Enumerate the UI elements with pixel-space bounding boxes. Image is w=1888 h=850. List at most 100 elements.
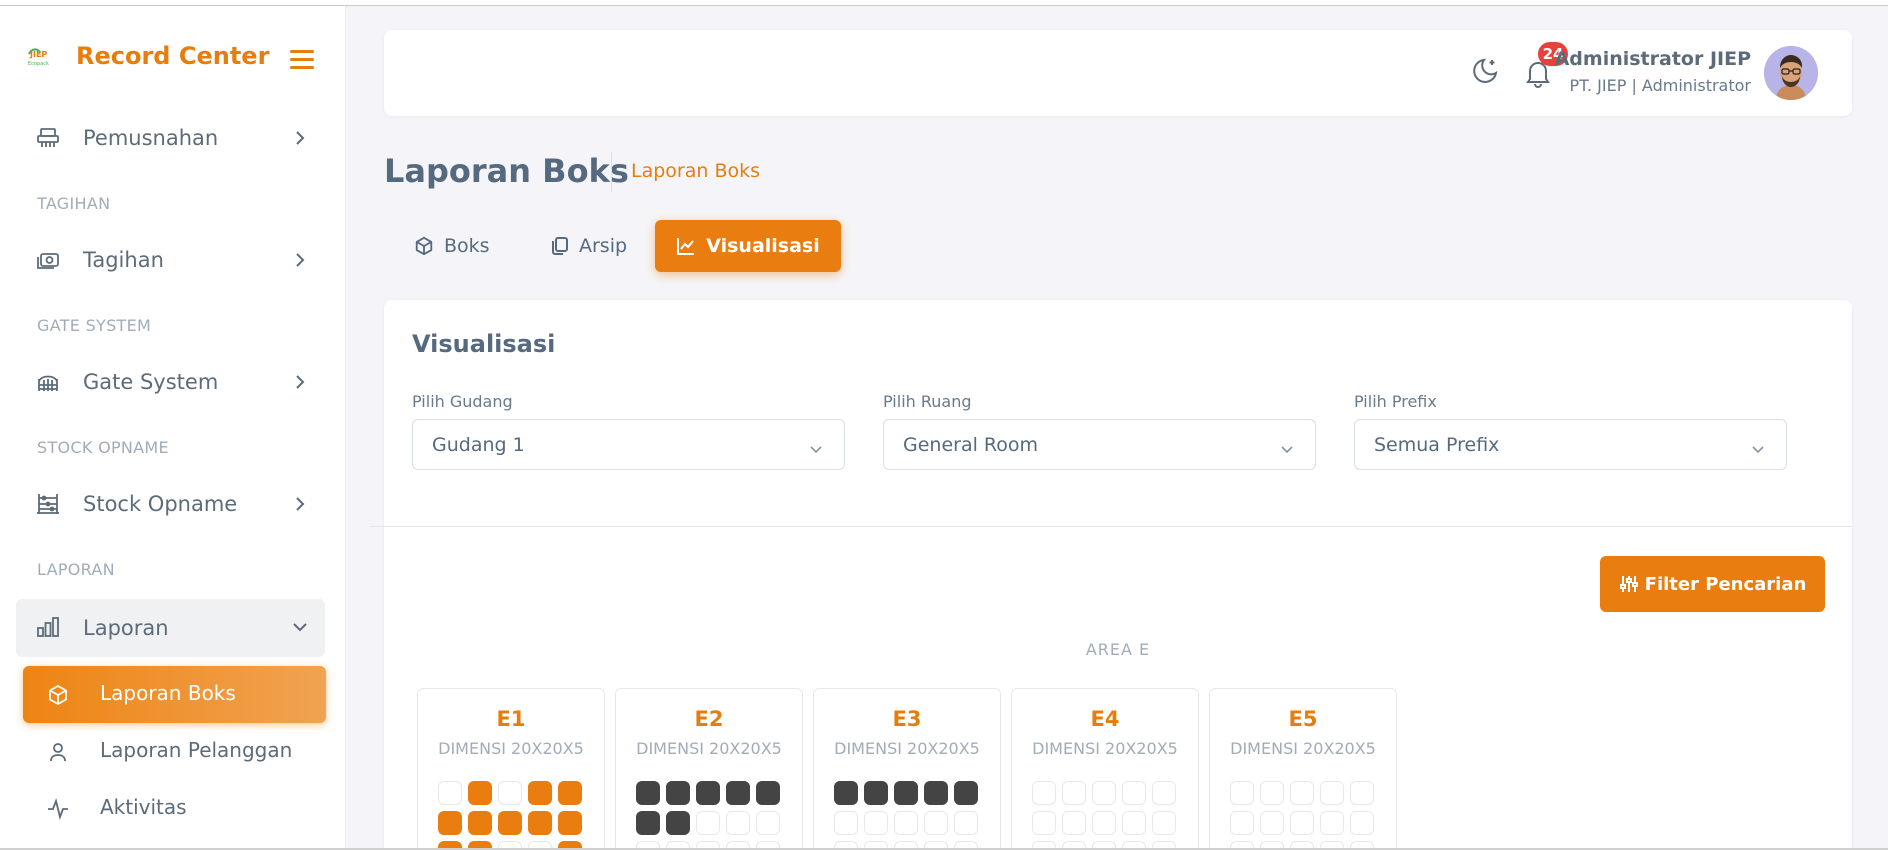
shelf-slot[interactable] — [1122, 811, 1146, 835]
prefix-select-value: Semua Prefix — [1374, 434, 1500, 456]
brand[interactable]: JIEP Ecopack Record Center — [26, 42, 269, 70]
shelf-slot[interactable] — [1350, 811, 1374, 835]
filter-search-button[interactable]: Filter Pencarian — [1600, 556, 1825, 612]
svg-text:Ecopack: Ecopack — [28, 61, 49, 67]
shelf-slot[interactable] — [636, 781, 660, 805]
shelf-slot[interactable] — [726, 781, 750, 805]
area-label: AREA E — [1085, 640, 1151, 659]
tab-label: Boks — [444, 235, 490, 257]
chevron-right-icon — [293, 252, 307, 268]
shelf-slot[interactable] — [1260, 811, 1284, 835]
shelf-e3[interactable]: E3 DIMENSI 20X20X5 — [813, 688, 1001, 850]
shelf-slot[interactable] — [1230, 811, 1254, 835]
shelf-slot[interactable] — [528, 811, 552, 835]
shelf-slot[interactable] — [1290, 811, 1314, 835]
shelf-slot[interactable] — [1122, 781, 1146, 805]
tab-boks[interactable]: Boks — [400, 220, 504, 272]
shelf-e1[interactable]: E1 DIMENSI 20X20X5 — [417, 688, 605, 850]
sliders-icon — [1619, 574, 1639, 594]
sidebar-item-label: Laporan — [83, 616, 169, 640]
shelf-e4[interactable]: E4 DIMENSI 20X20X5 — [1011, 688, 1199, 850]
shelf-slot[interactable] — [1320, 811, 1344, 835]
shelf-slot[interactable] — [438, 811, 462, 835]
shelf-slot[interactable] — [924, 781, 948, 805]
shelf-slot[interactable] — [1230, 781, 1254, 805]
cube-icon — [414, 236, 434, 256]
shelf-slot[interactable] — [1290, 781, 1314, 805]
shelf-slot[interactable] — [756, 781, 780, 805]
shelf-slot[interactable] — [894, 811, 918, 835]
shelf-slot[interactable] — [834, 811, 858, 835]
shelf-slot[interactable] — [1152, 811, 1176, 835]
shelf-slot[interactable] — [954, 811, 978, 835]
shelf-dimension: DIMENSI 20X20X5 — [1230, 739, 1376, 758]
sidebar-item-stock-opname[interactable]: Stock Opname — [16, 476, 325, 532]
sidebar-item-label: Stock Opname — [83, 492, 238, 516]
shelf-slot[interactable] — [1092, 811, 1116, 835]
user-name: Administrator JIEP — [1554, 48, 1751, 70]
shelf-slot[interactable] — [1152, 781, 1176, 805]
shelf-slot[interactable] — [438, 781, 462, 805]
shelf-slot[interactable] — [864, 811, 888, 835]
sidebar-item-laporan[interactable]: Laporan — [16, 599, 325, 657]
shelf-slot[interactable] — [558, 811, 582, 835]
shelf-slot[interactable] — [498, 781, 522, 805]
sidebar-item-gate-system[interactable]: Gate System — [16, 354, 325, 410]
hamburger-menu-icon[interactable] — [290, 50, 314, 70]
shelf-slot[interactable] — [756, 811, 780, 835]
shelf-slot[interactable] — [696, 781, 720, 805]
shelf-slot[interactable] — [954, 781, 978, 805]
shelf-slot[interactable] — [1032, 811, 1056, 835]
shelf-slot[interactable] — [666, 811, 690, 835]
prefix-select[interactable]: Semua Prefix — [1354, 419, 1787, 470]
shelf-e5[interactable]: E5 DIMENSI 20X20X5 — [1209, 688, 1397, 850]
tab-arsip[interactable]: Arsip — [535, 220, 641, 272]
page-title: Laporan Boks — [384, 152, 629, 190]
shelf-slot[interactable] — [834, 781, 858, 805]
sidebar-item-pemusnahan[interactable]: Pemusnahan — [16, 110, 325, 166]
shelf-slot[interactable] — [666, 781, 690, 805]
gudang-select[interactable]: Gudang 1 — [412, 419, 845, 470]
sidebar: JIEP Ecopack Record Center Pemusnahan TA… — [0, 6, 346, 850]
tab-label: Visualisasi — [706, 235, 820, 257]
shelf-slot[interactable] — [1062, 781, 1086, 805]
card-title: Visualisasi — [412, 330, 556, 358]
shelf-slot[interactable] — [1062, 811, 1086, 835]
card-divider — [370, 526, 1852, 527]
nav-header-stock-opname: STOCK OPNAME — [37, 438, 169, 457]
shelf-e2[interactable]: E2 DIMENSI 20X20X5 — [615, 688, 803, 850]
dark-mode-toggle-icon[interactable] — [1470, 56, 1500, 86]
shelf-slot[interactable] — [636, 811, 660, 835]
sidebar-subitem-label: Aktivitas — [100, 795, 187, 819]
sidebar-subitem-laporan-pelanggan[interactable]: Laporan Pelanggan — [23, 723, 326, 780]
shelf-slot[interactable] — [1350, 781, 1374, 805]
user-info[interactable]: Administrator JIEP PT. JIEP | Administra… — [1555, 48, 1751, 95]
shelf-slot[interactable] — [468, 811, 492, 835]
shelf-slot[interactable] — [726, 811, 750, 835]
shelf-slot[interactable] — [1092, 781, 1116, 805]
chevron-right-icon — [293, 496, 307, 512]
bar-chart-icon — [36, 616, 60, 638]
shelf-slot[interactable] — [924, 811, 948, 835]
avatar[interactable] — [1764, 46, 1818, 100]
tab-visualisasi[interactable]: Visualisasi — [655, 220, 841, 272]
breadcrumb[interactable]: Laporan Boks — [631, 160, 760, 182]
shelf-slot[interactable] — [696, 811, 720, 835]
sidebar-item-label: Tagihan — [83, 248, 164, 272]
shelf-slot[interactable] — [498, 811, 522, 835]
shelf-slot[interactable] — [1032, 781, 1056, 805]
shelf-name: E3 — [892, 707, 922, 731]
sidebar-subitem-laporan-boks[interactable]: Laporan Boks — [23, 666, 326, 723]
ruang-select[interactable]: General Room — [883, 419, 1316, 470]
sidebar-subitem-aktivitas[interactable]: Aktivitas — [23, 780, 326, 837]
shelf-slot[interactable] — [894, 781, 918, 805]
shelf-slot[interactable] — [558, 781, 582, 805]
user-icon — [47, 741, 69, 763]
shelf-slot[interactable] — [1320, 781, 1344, 805]
shelf-slot[interactable] — [468, 781, 492, 805]
sidebar-item-tagihan[interactable]: Tagihan — [16, 232, 325, 288]
shelf-slot[interactable] — [1260, 781, 1284, 805]
shelf-slot[interactable] — [528, 781, 552, 805]
shelf-slot[interactable] — [864, 781, 888, 805]
activity-icon — [47, 797, 69, 821]
